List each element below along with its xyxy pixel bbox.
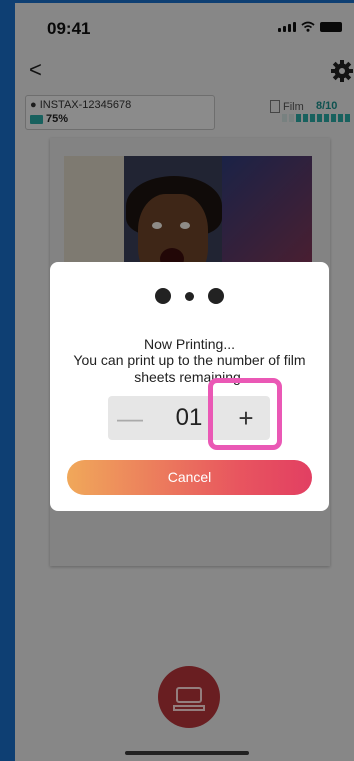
cancel-button[interactable]: Cancel <box>67 460 312 495</box>
app-screen: 09:41 < ● INSTAX-12345678 75% Film 8/10 … <box>15 3 354 761</box>
decrement-button[interactable]: — <box>108 396 152 440</box>
highlight-box <box>208 378 282 450</box>
printing-dialog: Now Printing... You can print up to the … <box>50 262 329 511</box>
progress-dot <box>155 288 171 304</box>
progress-dots <box>50 288 329 304</box>
progress-dot <box>208 288 224 304</box>
home-indicator <box>125 751 249 755</box>
dialog-title: Now Printing... <box>143 336 236 352</box>
progress-dot <box>185 291 194 301</box>
